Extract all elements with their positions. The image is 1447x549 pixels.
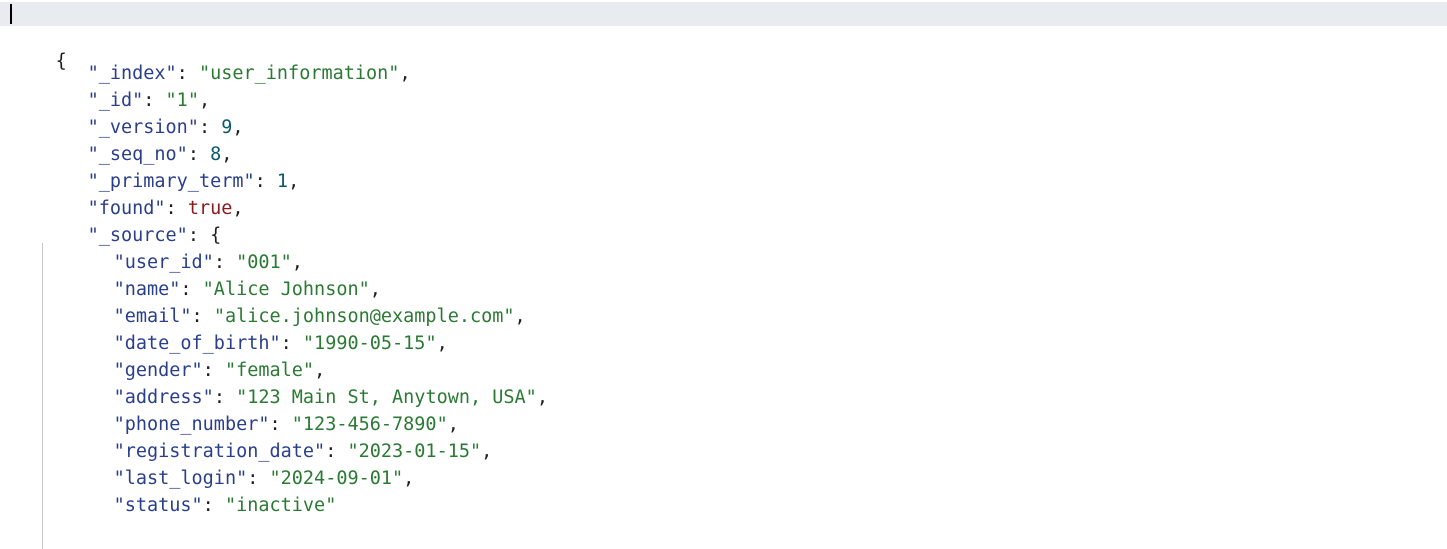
json-line-source: "_source": { [87,225,222,246]
json-value: 1 [276,171,289,192]
json-line-address: "address": "123 Main St, Anytown, USA", [113,387,548,408]
json-line-email: "email": "alice.johnson@example.com", [113,306,526,327]
json-line-index: "_index": "user_information", [87,63,411,84]
json-line-user-id: "user_id": "001", [113,252,303,273]
json-value: "user_information" [198,63,400,84]
closing-brace-partial: } [43,537,99,549]
indent-guide [42,243,43,549]
json-line-status: "status": "inactive" [113,495,337,516]
editor-line-1[interactable]: { [0,2,1447,72]
json-line-registration-date: "registration_date": "2023-01-15", [113,441,493,462]
json-value: "inactive" [224,495,337,516]
json-editor[interactable]: { "_index": "user_information", "_id": "… [0,0,1447,549]
json-line-seq-no: "_seq_no": 8, [87,144,233,165]
json-line-id: "_id": "1", [87,90,211,111]
json-line-primary-term: "_primary_term": 1, [87,171,300,192]
text-cursor [10,4,12,24]
json-line-date-of-birth: "date_of_birth": "1990-05-15", [113,333,448,354]
json-line-version: "_version": 9, [87,117,244,138]
json-line-last-login: "last_login": "2024-09-01", [113,468,415,489]
json-line-phone-number: "phone_number": "123-456-7890", [113,414,459,435]
json-line-found: "found": true, [87,198,244,219]
json-key: "status" [113,495,203,516]
json-line-name: "name": "Alice Johnson", [113,279,381,300]
json-line-gender: "gender": "female", [113,360,326,381]
